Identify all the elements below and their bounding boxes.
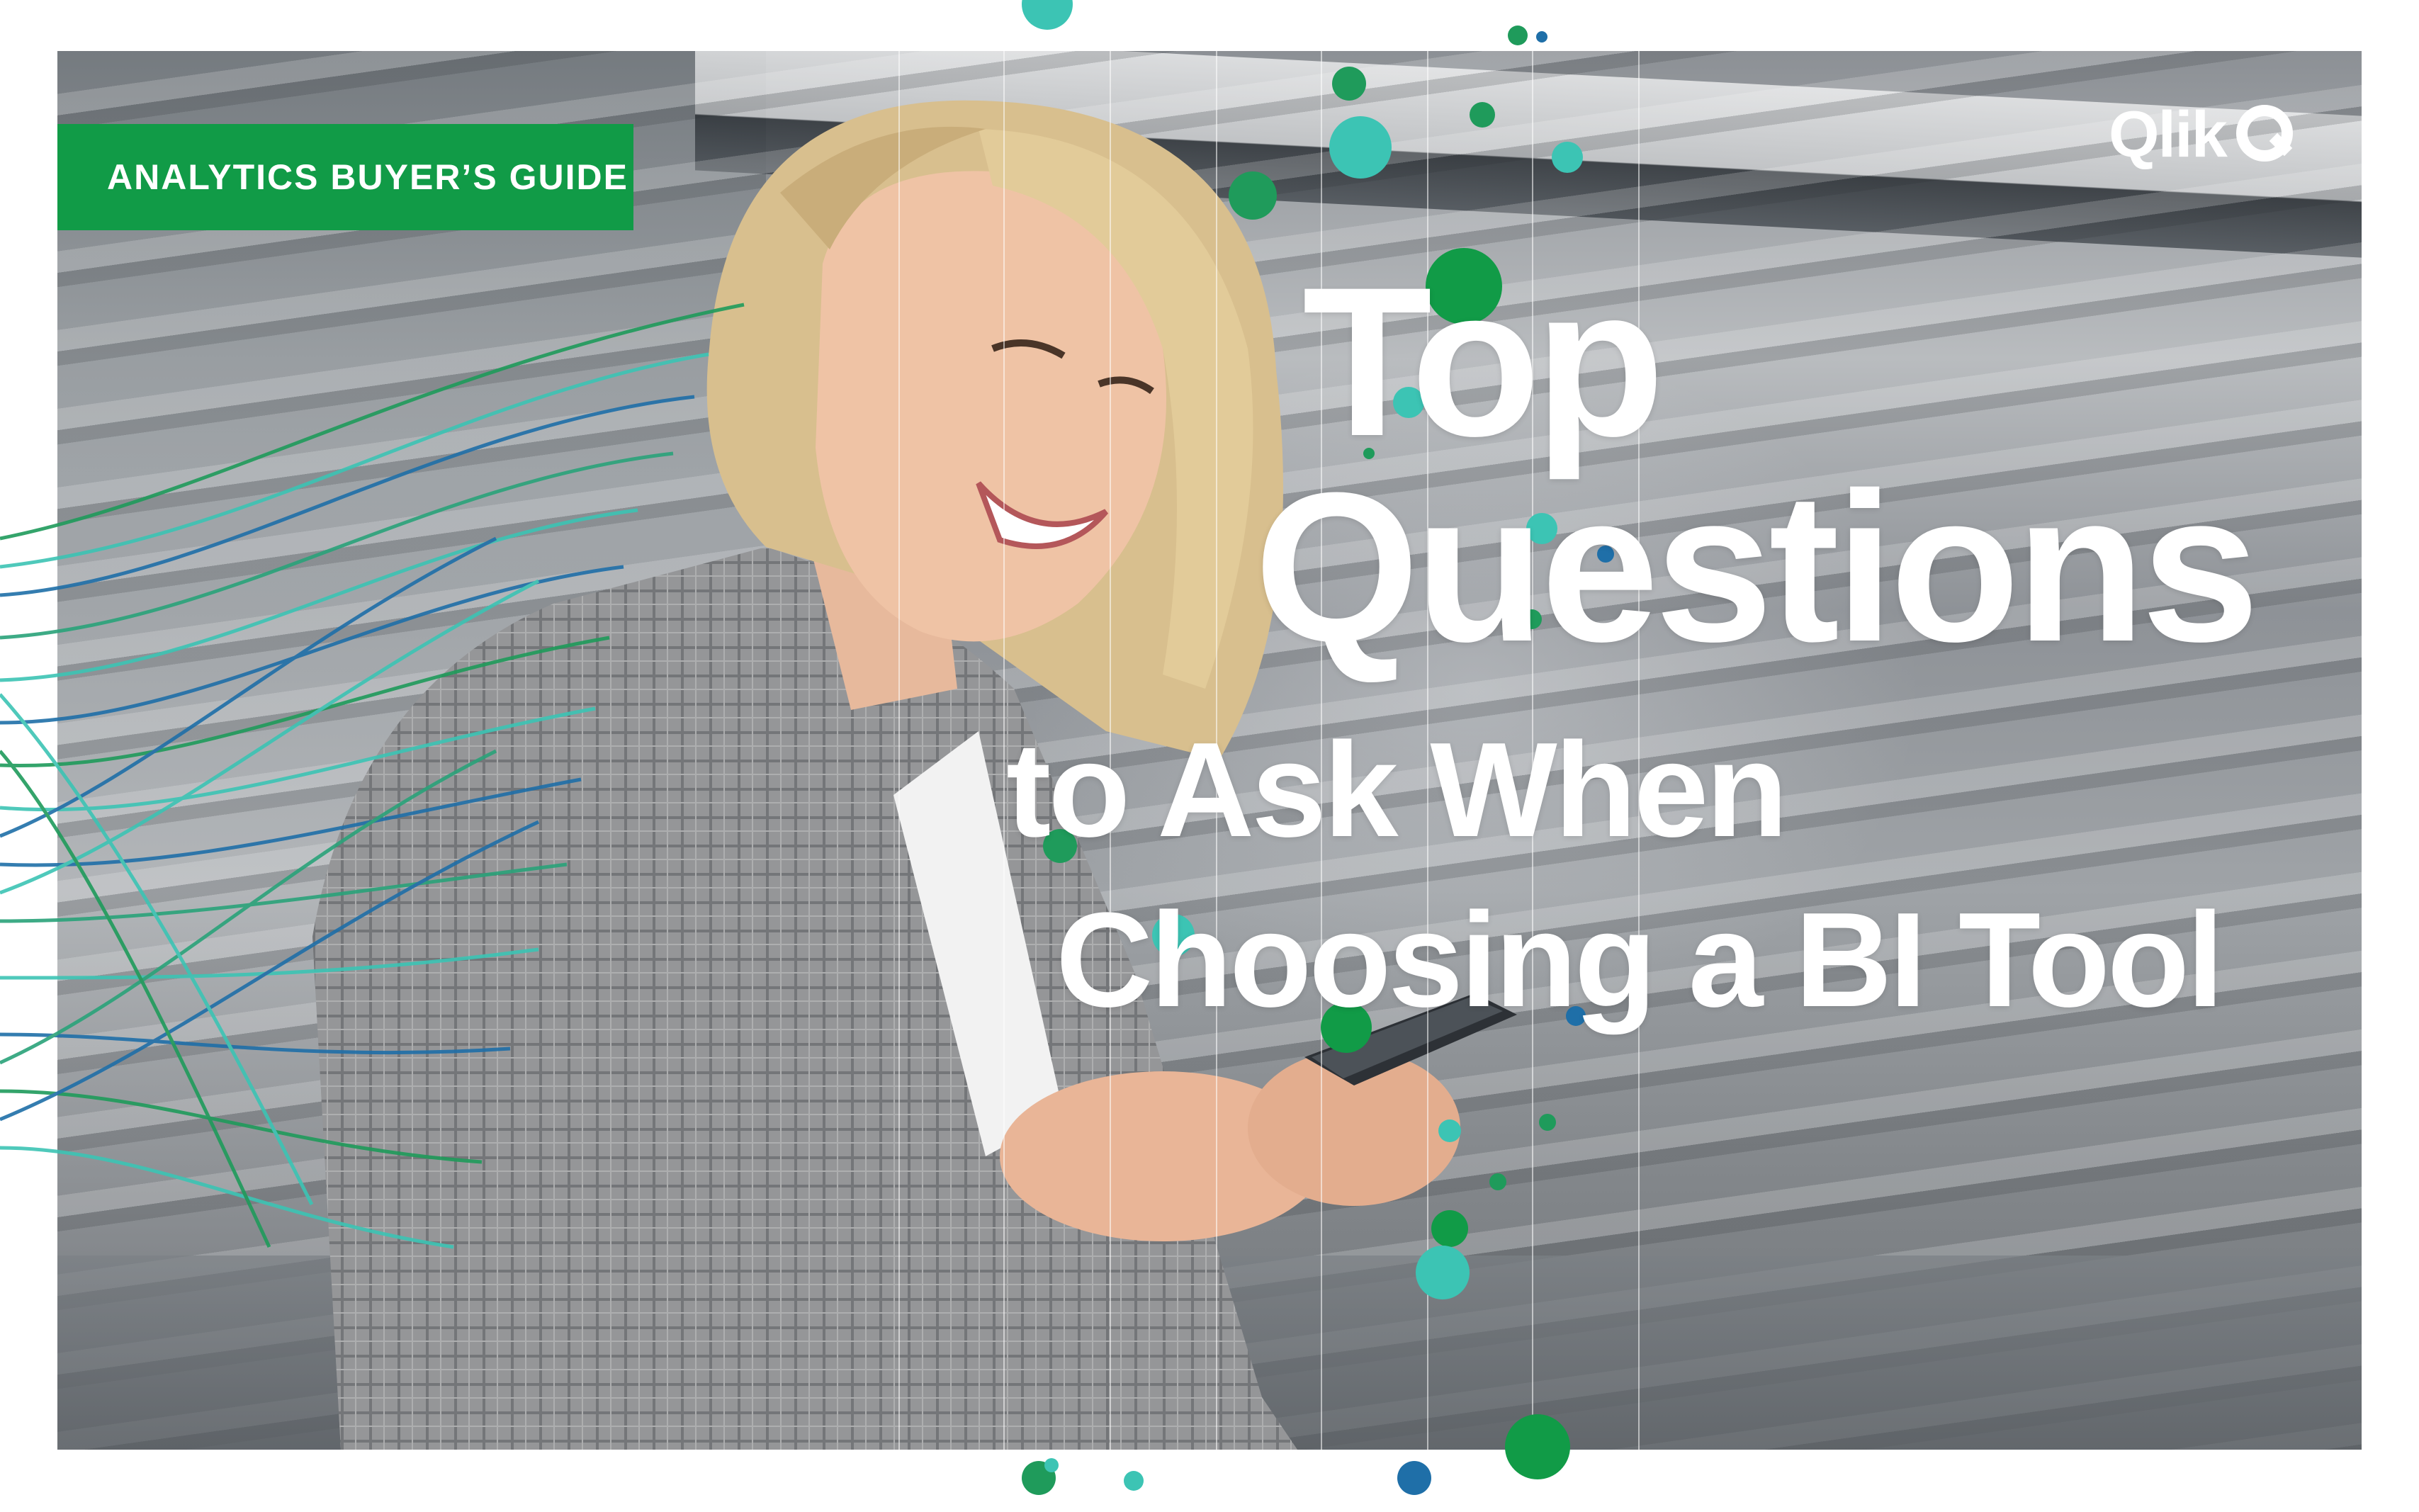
title-line-3: to Ask When <box>1006 715 1788 865</box>
qlik-logo: Qlik <box>2109 92 2300 177</box>
guide-type-badge: ANALYTICS BUYER’S GUIDE <box>57 124 633 230</box>
qlik-logo-icon <box>2235 105 2293 162</box>
title-line-4: Choosing a BI Tool <box>1056 885 2224 1035</box>
title-line-2: Questions <box>1254 448 2260 686</box>
title-line-1: Top <box>1302 242 1664 480</box>
qlik-logo-text: Qlik <box>2109 98 2228 171</box>
